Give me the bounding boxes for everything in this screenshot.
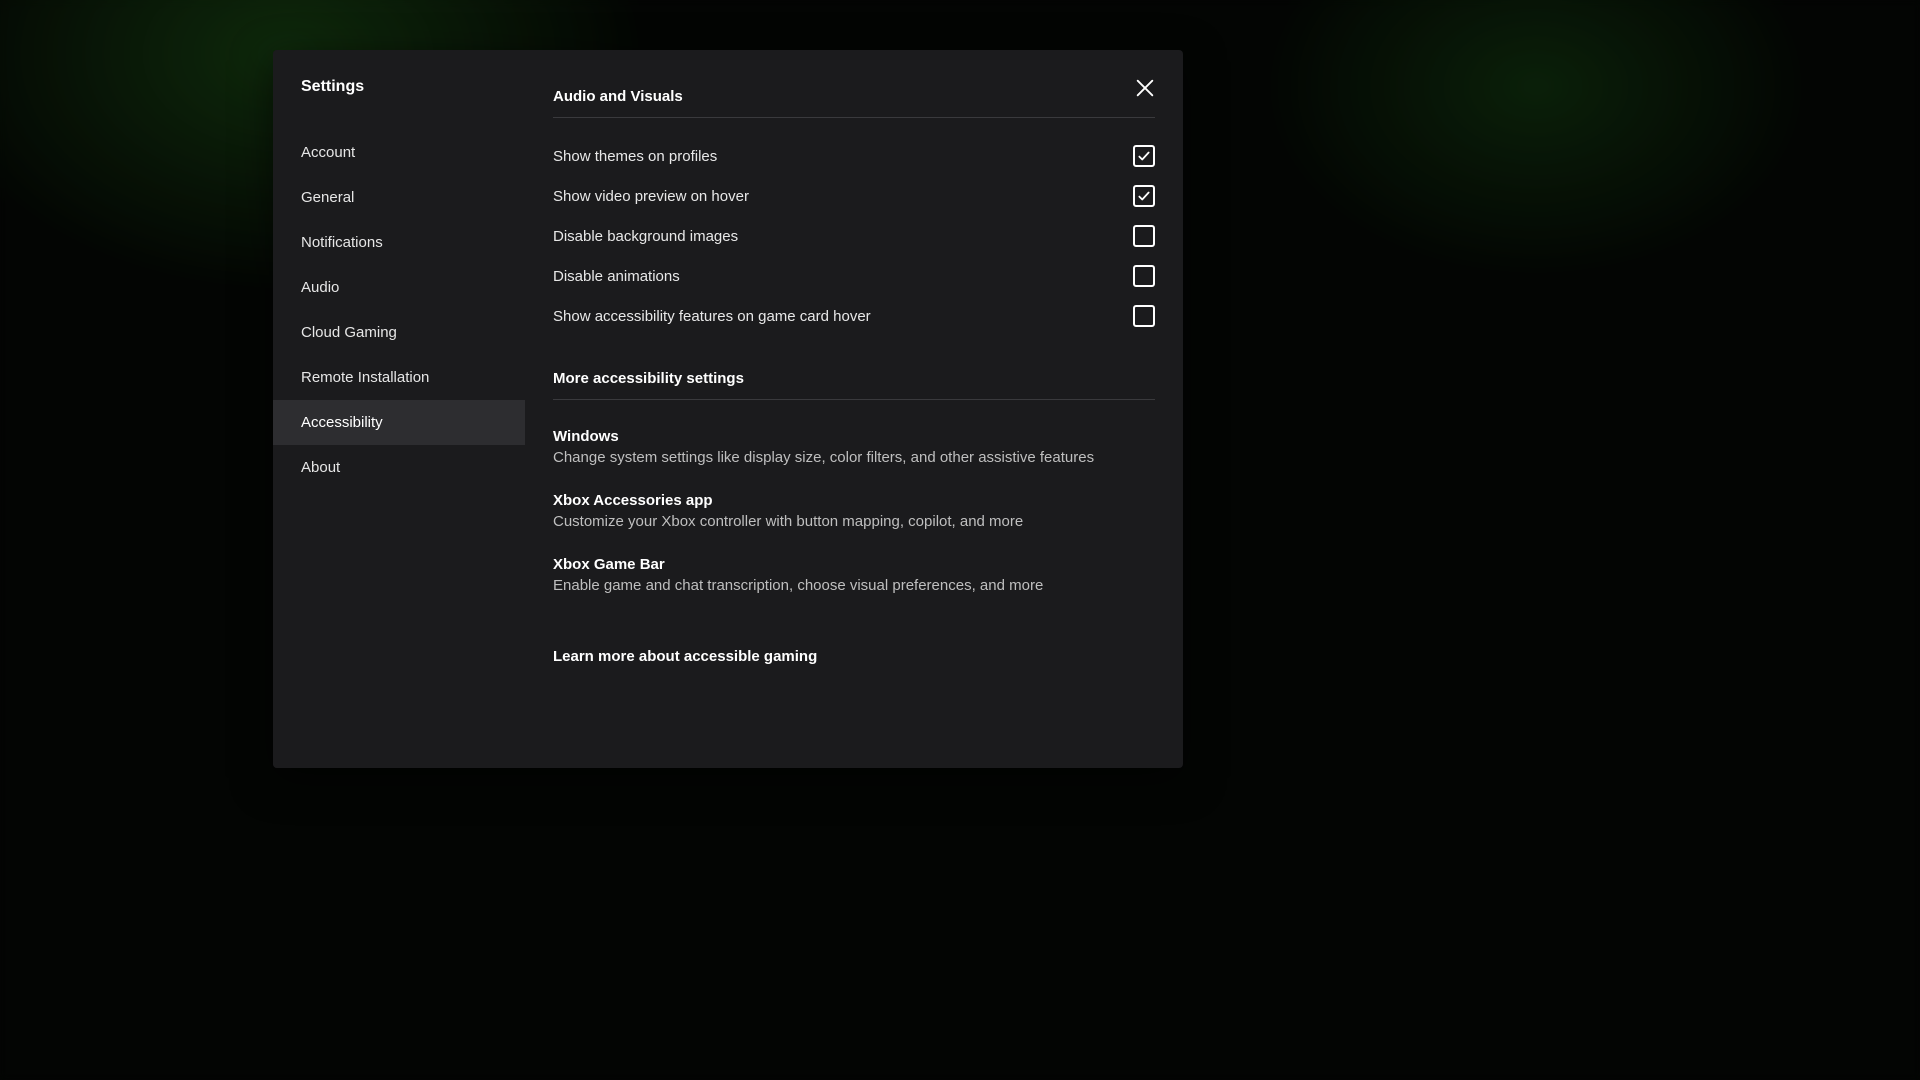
link-desc: Customize your Xbox controller with butt…: [553, 513, 1155, 530]
nav-item-label: Cloud Gaming: [301, 324, 397, 341]
option-label: Show themes on profiles: [553, 148, 717, 165]
nav-item-label: Audio: [301, 279, 339, 296]
section-more-settings: More accessibility settings Windows Chang…: [553, 370, 1155, 610]
nav-item-label: Accessibility: [301, 414, 383, 431]
link-title: Xbox Game Bar: [553, 556, 1155, 573]
section-title-more-settings: More accessibility settings: [553, 370, 1155, 400]
settings-panel: Audio and Visuals Show themes on profile…: [525, 50, 1183, 768]
nav-item-account[interactable]: Account: [273, 130, 525, 175]
nav-item-about[interactable]: About: [273, 445, 525, 490]
checkbox-show-themes-profiles[interactable]: [1133, 145, 1155, 167]
nav-item-label: Notifications: [301, 234, 383, 251]
link-windows[interactable]: Windows Change system settings like displ…: [553, 418, 1155, 482]
link-desc: Change system settings like display size…: [553, 449, 1155, 466]
nav-item-remote-installation[interactable]: Remote Installation: [273, 355, 525, 400]
nav-item-cloud-gaming[interactable]: Cloud Gaming: [273, 310, 525, 355]
nav-item-audio[interactable]: Audio: [273, 265, 525, 310]
option-label: Disable background images: [553, 228, 738, 245]
panel-body: Audio and Visuals Show themes on profile…: [553, 88, 1155, 665]
option-show-themes-profiles[interactable]: Show themes on profiles: [553, 136, 1155, 176]
checkbox-show-video-preview[interactable]: [1133, 185, 1155, 207]
option-disable-animations[interactable]: Disable animations: [553, 256, 1155, 296]
settings-dialog: Settings Account General Notifications Audi…: [273, 50, 1183, 768]
nav-item-label: Remote Installation: [301, 369, 429, 386]
close-icon: [1134, 77, 1156, 99]
checkmark-icon: [1137, 189, 1151, 203]
section-audio-visuals: Audio and Visuals Show themes on profile…: [553, 88, 1155, 336]
option-label: Show video preview on hover: [553, 188, 749, 205]
nav-item-accessibility[interactable]: Accessibility: [273, 400, 525, 445]
option-label: Show accessibility features on game card…: [553, 308, 871, 325]
nav-list: Account General Notifications Audio Cloud Ga…: [273, 118, 525, 490]
nav-item-notifications[interactable]: Notifications: [273, 220, 525, 265]
option-show-a11y-hover[interactable]: Show accessibility features on game card…: [553, 296, 1155, 336]
checkbox-disable-background-images[interactable]: [1133, 225, 1155, 247]
dialog-title: Settings: [273, 78, 525, 118]
link-xbox-accessories[interactable]: Xbox Accessories app Customize your Xbox …: [553, 482, 1155, 546]
audio-visuals-options: Show themes on profiles Show video previe…: [553, 136, 1155, 336]
link-desc: Enable game and chat transcription, choo…: [553, 577, 1155, 594]
settings-sidebar: Settings Account General Notifications Audi…: [273, 50, 525, 768]
more-settings-links: Windows Change system settings like displ…: [553, 418, 1155, 610]
link-xbox-game-bar[interactable]: Xbox Game Bar Enable game and chat transc…: [553, 546, 1155, 610]
option-show-video-preview[interactable]: Show video preview on hover: [553, 176, 1155, 216]
checkbox-disable-animations[interactable]: [1133, 265, 1155, 287]
nav-item-label: Account: [301, 144, 355, 161]
section-title-audio-visuals: Audio and Visuals: [553, 88, 1155, 118]
close-button[interactable]: [1131, 74, 1159, 102]
link-title: Windows: [553, 428, 1155, 445]
option-label: Disable animations: [553, 268, 680, 285]
nav-item-label: About: [301, 459, 340, 476]
checkbox-show-a11y-hover[interactable]: [1133, 305, 1155, 327]
checkmark-icon: [1137, 149, 1151, 163]
link-title: Xbox Accessories app: [553, 492, 1155, 509]
option-disable-background-images[interactable]: Disable background images: [553, 216, 1155, 256]
learn-more-link[interactable]: Learn more about accessible gaming: [553, 644, 1155, 665]
nav-item-general[interactable]: General: [273, 175, 525, 220]
nav-item-label: General: [301, 189, 354, 206]
